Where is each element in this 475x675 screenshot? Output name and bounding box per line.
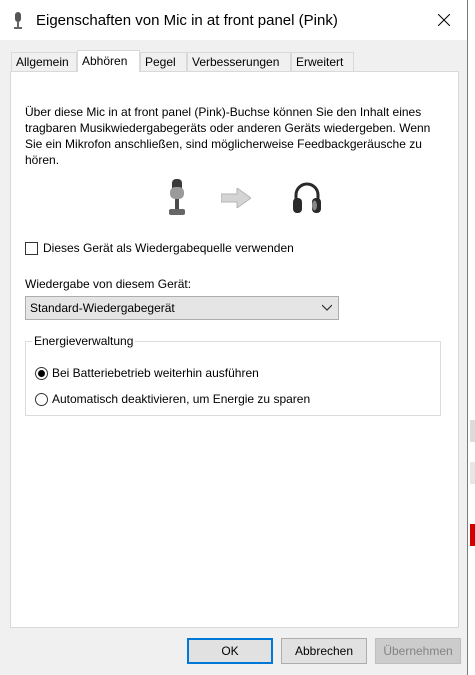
playback-device-select[interactable]: Standard-Wiedergabegerät bbox=[25, 296, 339, 320]
playback-device-label: Wiedergabe von diesem Gerät: bbox=[25, 277, 192, 291]
tab-pegel[interactable]: Pegel bbox=[140, 52, 187, 71]
tab-strip: Allgemein Abhören Pegel Verbesserungen E… bbox=[11, 50, 461, 72]
power-management-group: Energieverwaltung Bei Batteriebetrieb we… bbox=[25, 334, 441, 416]
microphone-icon bbox=[166, 179, 188, 220]
properties-dialog: Eigenschaften von Mic in at front panel … bbox=[0, 0, 468, 675]
description-text: Über diese Mic in at front panel (Pink)-… bbox=[25, 105, 431, 167]
background-window-edge bbox=[468, 0, 475, 675]
background-window-element bbox=[470, 524, 475, 546]
close-button[interactable] bbox=[421, 0, 467, 40]
radio-keep-running-label: Bei Batteriebetrieb weiterhin ausführen bbox=[52, 366, 259, 380]
tab-panel-abhoeren: Über diese Mic in at front panel (Pink)-… bbox=[10, 71, 459, 628]
tab-erweitert[interactable]: Erweitert bbox=[291, 52, 354, 71]
radio-keep-running[interactable] bbox=[35, 366, 48, 380]
arrow-right-icon bbox=[220, 187, 252, 211]
playback-source-checkbox-row[interactable]: Dieses Gerät als Wiedergabequelle verwen… bbox=[25, 241, 294, 255]
title-bar[interactable]: Eigenschaften von Mic in at front panel … bbox=[0, 0, 467, 40]
tab-verbesserungen[interactable]: Verbesserungen bbox=[187, 52, 291, 71]
radio-auto-disable[interactable] bbox=[35, 392, 48, 406]
background-window-element bbox=[470, 462, 475, 484]
playback-device-value: Standard-Wiedergabegerät bbox=[30, 301, 175, 315]
headphones-icon bbox=[292, 179, 322, 218]
tab-abhoeren[interactable]: Abhören bbox=[77, 50, 140, 72]
chevron-down-icon bbox=[322, 304, 332, 311]
tab-allgemein[interactable]: Allgemein bbox=[11, 52, 77, 71]
cancel-button[interactable]: Abbrechen bbox=[281, 638, 367, 664]
microphone-icon bbox=[10, 11, 26, 31]
radio-auto-disable-label: Automatisch deaktivieren, um Energie zu … bbox=[52, 392, 311, 406]
radio-keep-running-row[interactable]: Bei Batteriebetrieb weiterhin ausführen bbox=[35, 366, 259, 380]
background-window-element bbox=[470, 420, 475, 442]
playback-source-checkbox[interactable] bbox=[25, 241, 38, 255]
power-management-legend: Energieverwaltung bbox=[32, 334, 136, 348]
close-icon bbox=[438, 14, 450, 26]
window-title: Eigenschaften von Mic in at front panel … bbox=[36, 12, 338, 29]
apply-button[interactable]: Übernehmen bbox=[375, 638, 461, 664]
ok-button[interactable]: OK bbox=[187, 638, 273, 664]
playback-source-checkbox-label: Dieses Gerät als Wiedergabequelle verwen… bbox=[43, 241, 294, 255]
radio-auto-disable-row[interactable]: Automatisch deaktivieren, um Energie zu … bbox=[35, 392, 310, 406]
